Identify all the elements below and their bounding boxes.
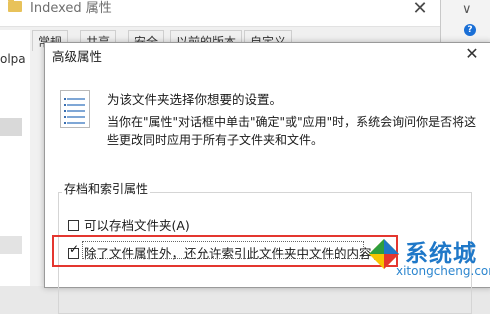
dialog-description: 为该文件夹选择你想要的设置。: [107, 92, 283, 107]
watermark-text: 系统城: [405, 241, 477, 267]
red-highlight-box: [52, 235, 398, 267]
archive-checkbox[interactable]: [68, 220, 79, 231]
archive-checkbox-label[interactable]: 可以存档文件夹(A): [84, 215, 190, 234]
properties-close-button[interactable]: ✕: [400, 0, 440, 22]
explorer-path-text: olpa: [0, 52, 26, 66]
folder-icon: [8, 0, 22, 12]
help-icon[interactable]: ?: [464, 24, 476, 36]
dialog-note-line1: 当你在"属性"对话框中单击"确定"或"应用"时，系统会询问你是否将这: [107, 115, 477, 129]
explorer-selected-item[interactable]: [0, 118, 22, 136]
explorer-item[interactable]: [0, 236, 22, 254]
dialog-close-button[interactable]: ✕: [458, 44, 486, 66]
dialog-title: 高级属性: [52, 49, 103, 64]
chevron-down-icon[interactable]: ∨: [462, 2, 472, 17]
watermark-url: xitongcheng.com: [396, 264, 490, 278]
group-label: 存档和索引属性: [62, 180, 151, 197]
dialog-note-line2: 些更改同时应用于所有子文件夹和文件。: [107, 133, 324, 147]
settings-list-icon: [60, 90, 90, 128]
properties-window-title: Indexed 属性: [30, 1, 112, 16]
